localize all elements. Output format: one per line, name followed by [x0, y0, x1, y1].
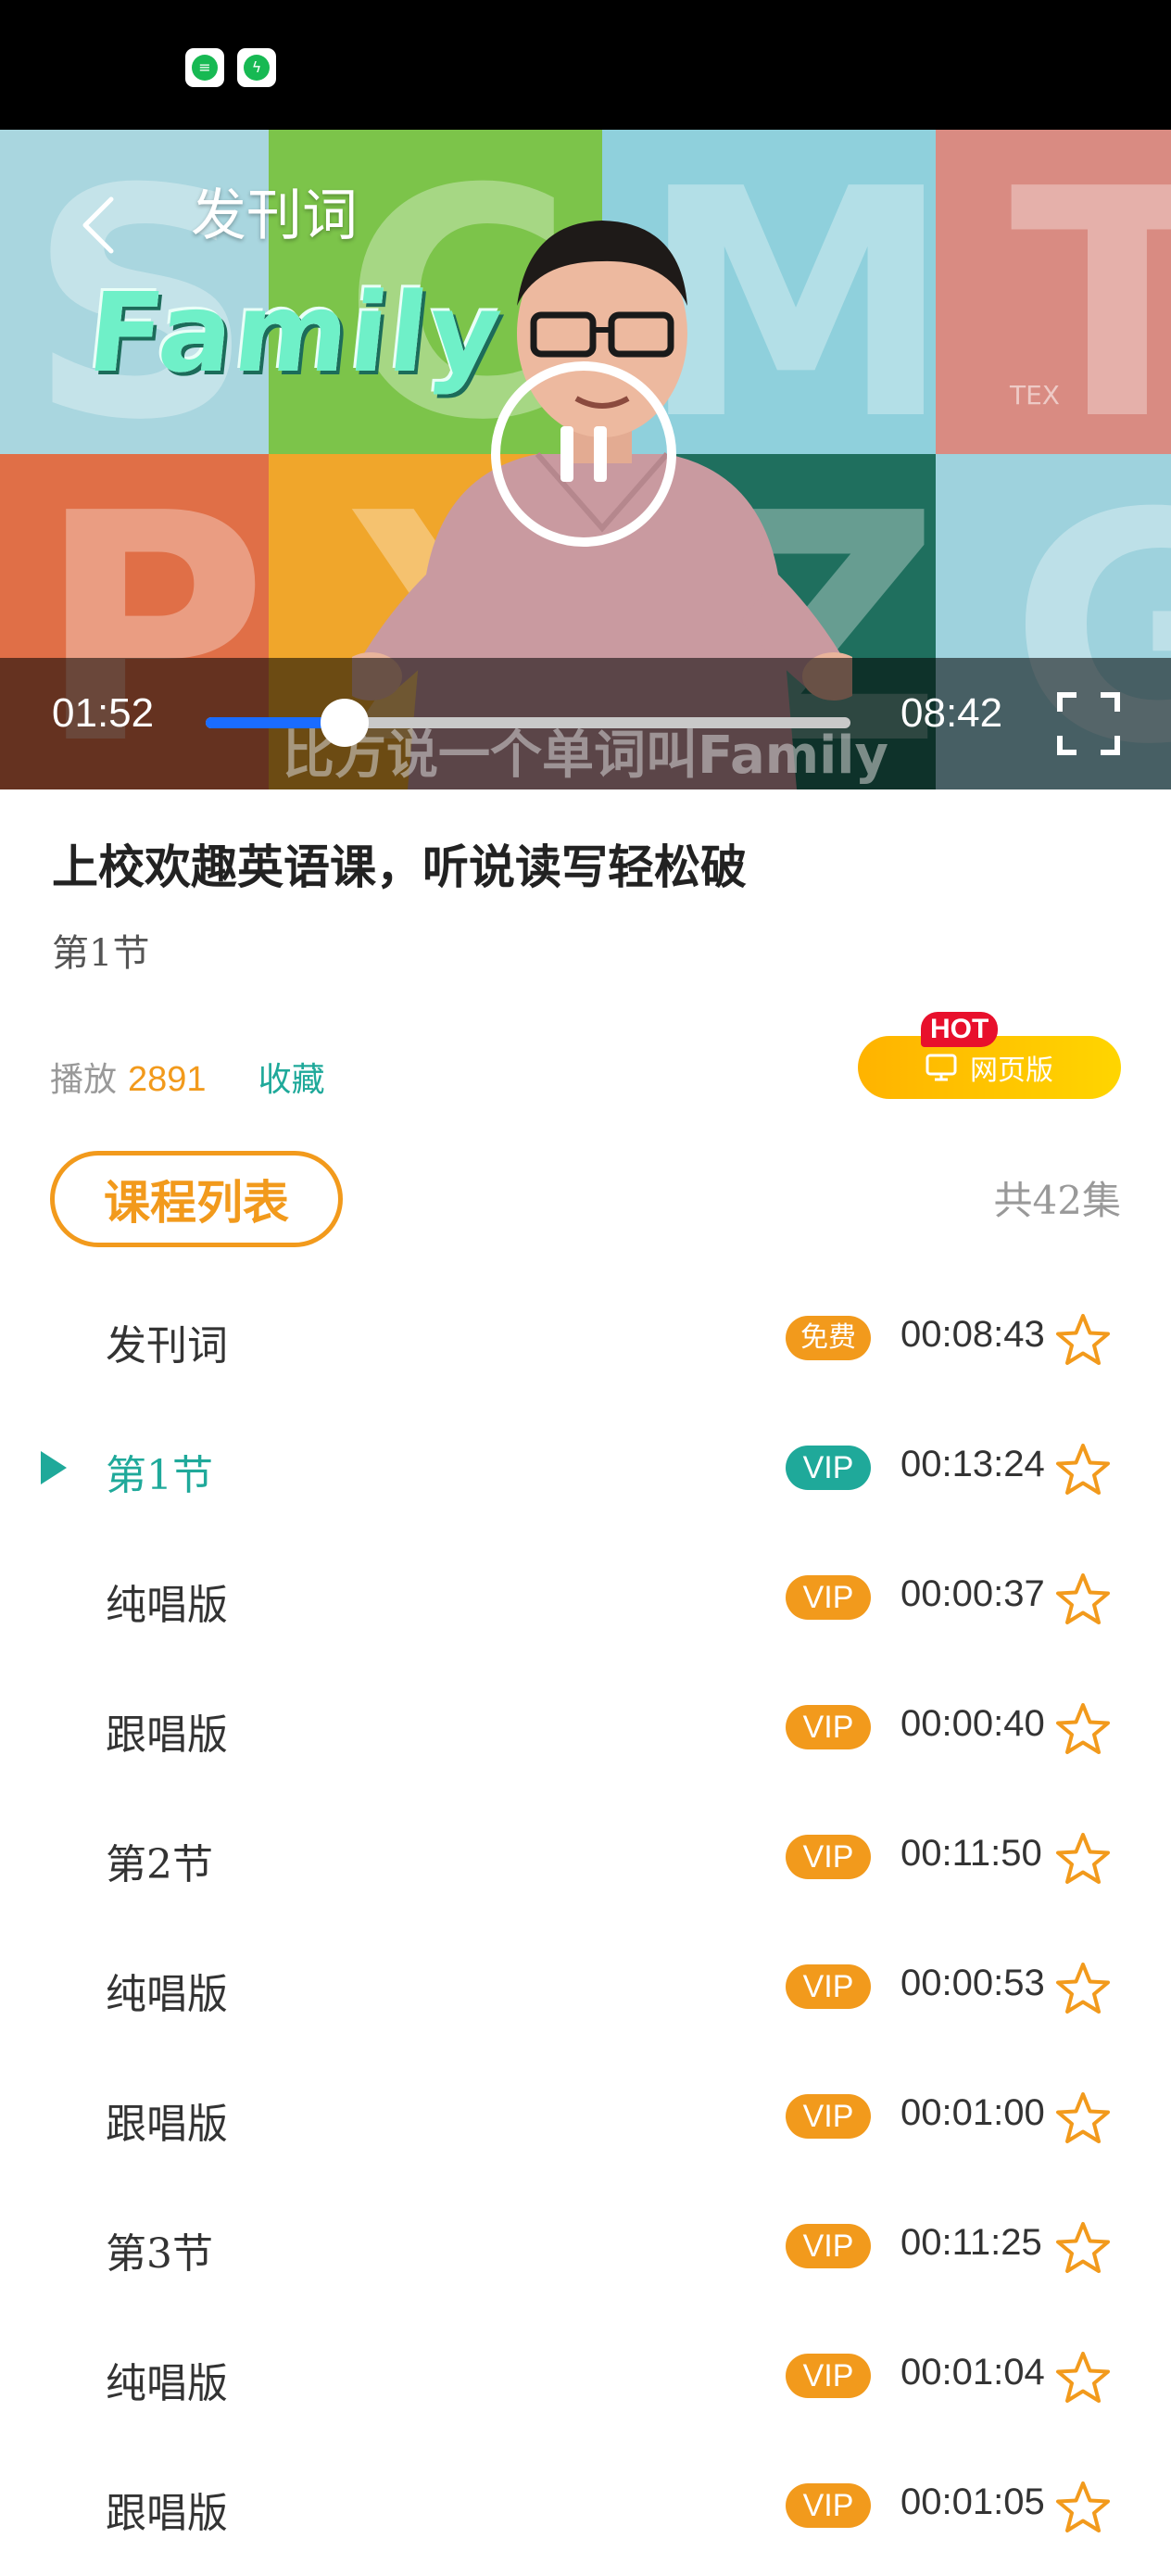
episode-name: 纯唱版 [106, 1582, 228, 1629]
episode-badge: VIP [786, 1705, 871, 1749]
now-playing-icon [41, 1451, 67, 1484]
episode-row[interactable]: 跟唱版 VIP 00:01:00 [0, 2053, 1171, 2183]
web-version-button[interactable]: 网页版 [858, 1036, 1121, 1099]
episode-badge: VIP [786, 2094, 871, 2139]
star-icon[interactable] [1054, 2220, 1112, 2278]
current-lesson: 第1节 [52, 932, 150, 975]
current-time: 01:52 [52, 690, 155, 736]
episode-list: 发刊词 免费 00:08:43 第1节 VIP 00:13:24 纯唱版 VIP 00:00:3… [0, 1275, 1171, 2572]
progress-thumb[interactable] [320, 699, 369, 747]
star-icon[interactable] [1054, 1572, 1112, 1629]
hot-badge: HOT [921, 1012, 999, 1047]
episode-duration: 00:00:37 [900, 1573, 1045, 1614]
episode-row[interactable]: 发刊词 免费 00:08:43 [0, 1275, 1171, 1405]
star-icon[interactable] [1054, 1961, 1112, 2018]
episode-row[interactable]: 纯唱版 VIP 00:00:37 [0, 1534, 1171, 1664]
episode-badge: VIP [786, 1575, 871, 1620]
episode-badge: VIP [786, 1835, 871, 1879]
chat-notification-icon: ≡ [185, 48, 224, 87]
episode-row[interactable]: 第1节 VIP 00:13:24 [0, 1405, 1171, 1534]
episode-duration: 00:11:50 [900, 1833, 1042, 1874]
episode-row[interactable]: 第3节 VIP 00:11:25 [0, 2183, 1171, 2313]
episode-duration: 00:00:53 [900, 1963, 1045, 2003]
course-title: 上校欢趣英语课，听说读写轻松破 [52, 840, 747, 894]
star-icon[interactable] [1054, 2350, 1112, 2407]
fullscreen-button[interactable] [1056, 691, 1121, 756]
episode-badge: VIP [786, 2224, 871, 2268]
battery-saver-icon: ϟ [237, 48, 276, 87]
episode-row[interactable]: 跟唱版 VIP 00:00:40 [0, 1664, 1171, 1794]
episode-duration: 00:01:00 [900, 2092, 1045, 2133]
episode-duration: 00:08:43 [900, 1314, 1045, 1355]
video-title: 发刊词 [191, 183, 358, 248]
star-icon[interactable] [1054, 1701, 1112, 1759]
episode-name: 跟唱版 [106, 2101, 228, 2148]
progress-slider[interactable] [206, 699, 850, 747]
tab-course-list[interactable]: 课程列表 [50, 1151, 343, 1247]
episode-badge: VIP [786, 1446, 871, 1490]
web-version-label: 网页版 [970, 1054, 1053, 1087]
plays-label: 播放 [50, 1061, 118, 1099]
star-icon[interactable] [1054, 1312, 1112, 1370]
episode-name: 第1节 [106, 1452, 213, 1499]
watermark: TEX [1010, 380, 1060, 410]
episode-name: 发刊词 [106, 1322, 228, 1370]
episode-name: 跟唱版 [106, 1711, 228, 1759]
episode-badge: VIP [786, 1964, 871, 2009]
episode-count: 共42集 [993, 1178, 1121, 1223]
episode-row[interactable]: 纯唱版 VIP 00:00:53 [0, 1924, 1171, 2053]
chevron-left-icon [82, 196, 114, 254]
pause-button[interactable] [491, 361, 676, 547]
episode-badge: VIP [786, 2354, 871, 2398]
episode-name: 跟唱版 [106, 2490, 228, 2537]
episode-badge: 免费 [786, 1316, 871, 1360]
episode-duration: 00:13:24 [900, 1444, 1045, 1484]
episode-duration: 00:00:40 [900, 1703, 1045, 1744]
episode-name: 纯唱版 [106, 2360, 228, 2407]
back-button[interactable] [70, 183, 126, 267]
star-icon[interactable] [1054, 2480, 1112, 2537]
plays-count: 2891 [128, 1060, 207, 1099]
favorite-button[interactable]: 收藏 [258, 1053, 325, 1101]
star-icon[interactable] [1054, 2090, 1112, 2148]
star-icon[interactable] [1054, 1442, 1112, 1499]
episode-name: 纯唱版 [106, 1971, 228, 2018]
status-bar: ≡ ϟ [0, 0, 1171, 130]
episode-row[interactable]: 纯唱版 VIP 00:01:04 [0, 2313, 1171, 2443]
pause-icon-bar [594, 426, 607, 482]
episode-row[interactable]: 跟唱版 VIP 00:01:05 [0, 2443, 1171, 2572]
pause-icon [560, 426, 573, 482]
episode-duration: 00:01:05 [900, 2481, 1045, 2522]
fullscreen-icon [1057, 692, 1120, 755]
episode-row[interactable]: 第2节 VIP 00:11:50 [0, 1794, 1171, 1924]
episode-name: 第2节 [106, 1841, 213, 1888]
total-time: 08:42 [900, 690, 1003, 736]
episode-duration: 00:01:04 [900, 2352, 1045, 2393]
episode-duration: 00:11:25 [900, 2222, 1042, 2263]
video-player[interactable]: S C M T P X Z G Family TEX 发刊词 比方说一个单词叫F… [0, 130, 1171, 789]
course-stats: 播放 2891 收藏 [50, 1053, 325, 1101]
episode-badge: VIP [786, 2483, 871, 2528]
star-icon[interactable] [1054, 1831, 1112, 1888]
monitor-icon [925, 1054, 957, 1081]
episode-name: 第3节 [106, 2230, 213, 2278]
